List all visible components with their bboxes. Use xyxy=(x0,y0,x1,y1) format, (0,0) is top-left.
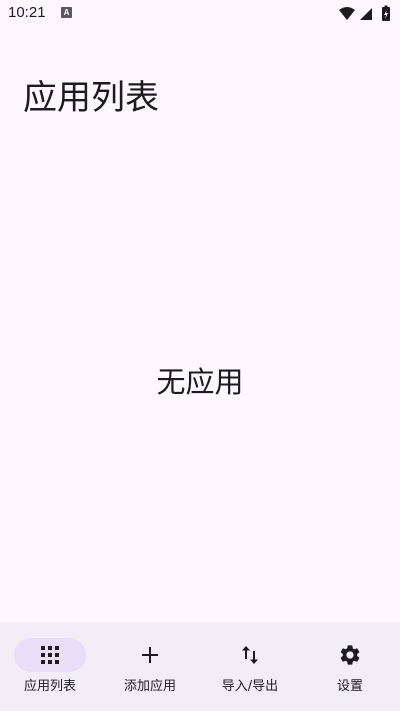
signal-icon xyxy=(360,8,372,20)
notification-icon: A xyxy=(61,7,72,18)
nav-item-settings[interactable]: 设置 xyxy=(300,622,400,711)
nav-item-import-export[interactable]: 导入/导出 xyxy=(200,622,300,711)
swap-vertical-icon xyxy=(242,646,258,664)
gear-icon xyxy=(340,645,360,665)
plus-icon xyxy=(142,647,158,663)
battery-icon xyxy=(382,5,390,21)
bottom-navigation: 应用列表 添加应用 导入/导出 设置 xyxy=(0,622,400,711)
wifi-icon xyxy=(339,7,355,20)
status-time: 10:21 xyxy=(8,4,46,21)
notification-icon-letter: A xyxy=(63,8,70,17)
nav-label-add-app: 添加应用 xyxy=(123,679,176,694)
nav-label-settings: 设置 xyxy=(336,679,363,694)
nav-item-app-list[interactable]: 应用列表 xyxy=(0,622,100,711)
nav-label-app-list: 应用列表 xyxy=(23,679,76,694)
nav-label-import-export: 导入/导出 xyxy=(221,679,279,694)
nav-item-add-app[interactable]: 添加应用 xyxy=(100,622,200,711)
empty-state-message: 无应用 xyxy=(156,365,244,399)
status-bar: 10:21 A xyxy=(0,0,400,28)
status-icons xyxy=(339,5,390,21)
page-title: 应用列表 xyxy=(23,78,159,118)
grid-icon xyxy=(41,646,59,664)
